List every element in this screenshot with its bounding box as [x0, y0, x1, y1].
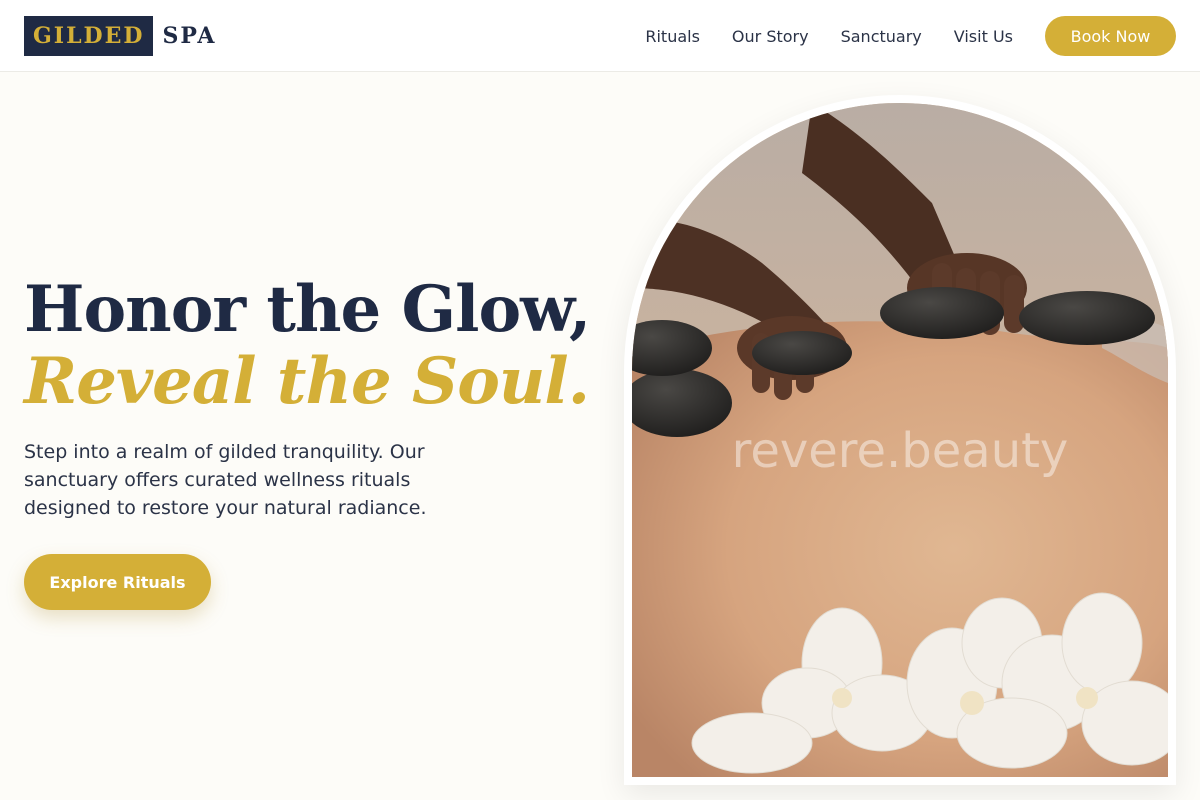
nav-link-rituals[interactable]: Rituals — [645, 27, 700, 46]
site-header: GILDED SPA Rituals Our Story Sanctuary V… — [0, 0, 1200, 72]
hero-image-frame: revere.beauty — [624, 95, 1176, 785]
book-now-button[interactable]: Book Now — [1045, 16, 1176, 56]
hero-image: revere.beauty — [632, 103, 1168, 777]
logo-primary-text: GILDED — [33, 23, 145, 49]
logo-badge: GILDED — [24, 16, 154, 56]
hero-headline-line1: Honor the Glow, — [24, 272, 591, 347]
hero-subtext: Step into a realm of gilded tranquility.… — [24, 441, 427, 519]
logo[interactable]: GILDED SPA — [24, 16, 216, 56]
explore-rituals-button[interactable]: Explore Rituals — [24, 554, 211, 610]
main-nav: Rituals Our Story Sanctuary Visit Us Boo… — [645, 16, 1176, 56]
nav-link-our-story[interactable]: Our Story — [732, 27, 809, 46]
hero-headline-line2: Reveal the Soul. — [24, 344, 590, 419]
nav-link-visit-us[interactable]: Visit Us — [954, 27, 1013, 46]
logo-secondary-text: SPA — [162, 23, 217, 49]
nav-link-sanctuary[interactable]: Sanctuary — [841, 27, 922, 46]
